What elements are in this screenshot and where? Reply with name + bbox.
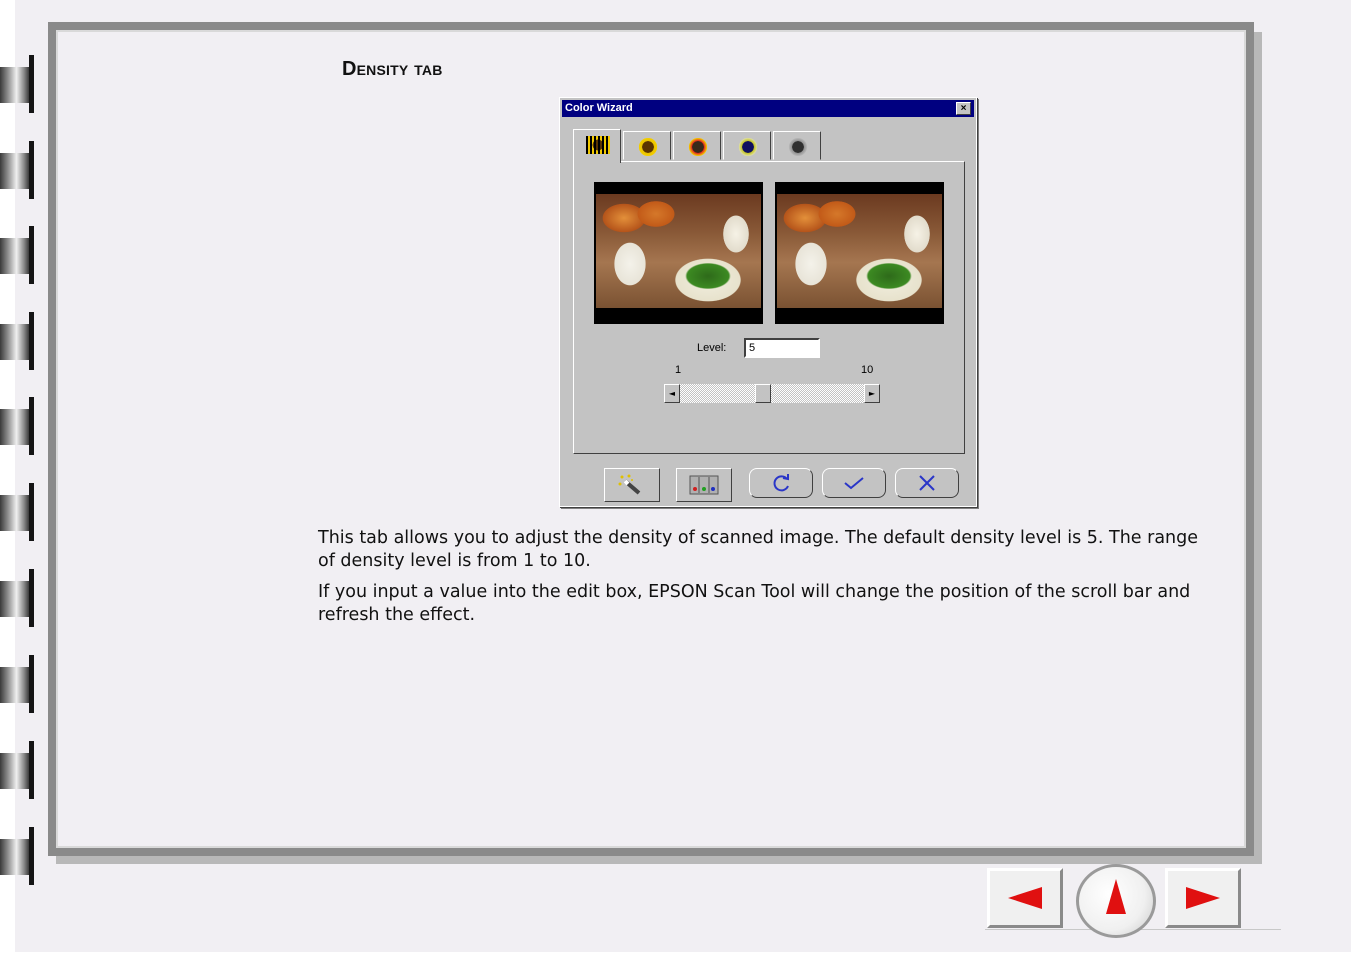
dialog-title: Color Wizard (565, 102, 633, 114)
blue-balance-icon (736, 138, 760, 156)
binder-ring (0, 55, 36, 113)
density-icon (586, 136, 610, 154)
description-paragraph: This tab allows you to adjust the densit… (318, 528, 1199, 571)
level-input[interactable] (744, 338, 820, 358)
binder-ring (0, 569, 36, 627)
gray-balance-icon (786, 138, 810, 156)
auto-wizard-button[interactable] (604, 468, 660, 502)
close-icon: × (960, 103, 967, 114)
edit-box-paragraph: If you input a value into the edit box, … (318, 582, 1191, 625)
binder-ring (0, 397, 36, 455)
slider-thumb[interactable] (754, 384, 771, 403)
slider-left-arrow[interactable]: ◄ (664, 384, 680, 403)
binder-ring (0, 141, 36, 199)
ok-button[interactable] (822, 468, 886, 498)
reset-button[interactable] (749, 468, 813, 498)
brightness-icon (636, 138, 660, 156)
tab-blue-balance[interactable] (723, 131, 771, 160)
tab-gray-balance[interactable] (773, 131, 821, 160)
after-preview-image (777, 194, 942, 308)
tab-density[interactable] (573, 129, 621, 163)
check-icon (823, 469, 885, 497)
level-label: Level: (697, 342, 727, 354)
binder-ring (0, 226, 36, 284)
slider-right-arrow[interactable]: ► (864, 384, 880, 403)
binder-ring (0, 655, 36, 713)
left-arrow-icon (1008, 887, 1042, 909)
binder-ring (0, 483, 36, 541)
slider-max-label: 10 (861, 364, 874, 376)
binder-ring (0, 741, 36, 799)
reset-icon (750, 469, 812, 497)
slider-min-label: 1 (675, 364, 682, 376)
before-preview-image (596, 194, 761, 308)
up-arrow-icon (1106, 879, 1126, 914)
density-panel: Level: 1 10 ◄ ► (573, 161, 965, 454)
magic-wand-icon (605, 469, 659, 501)
next-page-button[interactable] (1165, 868, 1241, 928)
levels-button[interactable] (676, 468, 732, 502)
cancel-button[interactable] (895, 468, 959, 498)
binder-ring (0, 312, 36, 370)
tab-red-balance[interactable] (673, 131, 721, 160)
top-page-button[interactable] (1076, 864, 1156, 938)
slider-track[interactable] (680, 384, 864, 403)
tab-brightness[interactable] (623, 131, 671, 160)
red-balance-icon (686, 138, 710, 156)
section-heading: Density tab (342, 58, 443, 80)
right-arrow-icon (1186, 887, 1220, 909)
previous-page-button[interactable] (987, 868, 1063, 928)
before-preview (594, 182, 763, 324)
histogram-icon (677, 469, 731, 501)
x-icon (896, 469, 958, 497)
dialog-titlebar[interactable]: Color Wizard × (562, 100, 974, 117)
after-preview (775, 182, 944, 324)
level-slider[interactable]: ◄ ► (664, 384, 880, 403)
close-button[interactable]: × (956, 102, 971, 115)
binder-ring (0, 827, 36, 885)
color-wizard-dialog: Color Wizard × Level: 1 10 (559, 97, 977, 507)
